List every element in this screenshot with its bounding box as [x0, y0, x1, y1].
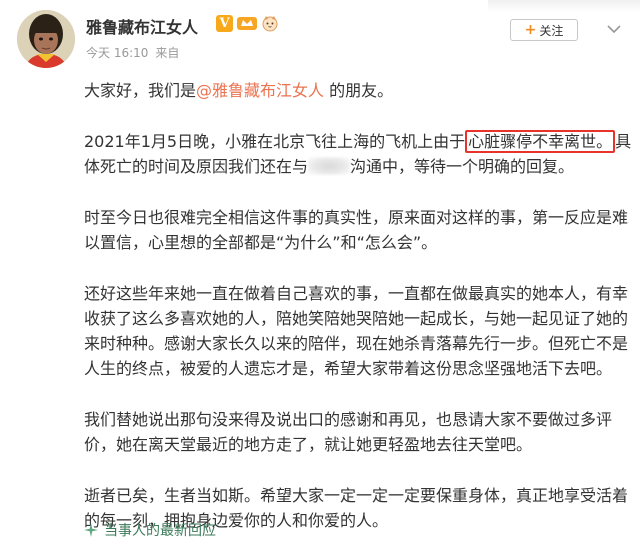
follow-button[interactable]: + 关注: [510, 19, 578, 41]
follow-label: 关注: [539, 23, 564, 38]
greeting-text: 大家好，我们是: [84, 81, 197, 100]
chevron-down-icon: [607, 25, 621, 34]
redacted-text: [308, 157, 351, 175]
highlighted-phrase: 心脏骤停不幸离世。: [465, 130, 616, 153]
badges: V: [216, 13, 279, 33]
paragraph-disbelief: 时至今日也很难完全相信这件事的真实性，原来面对这样的事，第一反应是难以置信，心里…: [84, 208, 629, 252]
post-meta: 今天 16:10 来自: [86, 44, 186, 61]
avatar[interactable]: [17, 10, 75, 68]
timestamp: 今天 16:10: [86, 46, 149, 60]
paragraph-announcement: 2021年1月5日晚，小雅在北京飞往上海的飞机上由于 心脏骤停不幸离世。 具体死亡的…: [84, 129, 632, 179]
post-header: 雅鲁藏布江女人 V 今天 16:10 来自 + 关注: [0, 0, 640, 74]
member-icon: [236, 15, 258, 32]
latest-response-label: 当事人的最新回应: [104, 523, 216, 539]
paragraph-gratitude: 还好这些年来她一直在做着自己喜欢的事，一直都在做最真实的她本人，有幸收获了这么多…: [84, 284, 629, 378]
paragraph-greeting: 大家好，我们是@雅鲁藏布江女人 的朋友。: [84, 78, 632, 103]
verified-icon: V: [216, 14, 233, 32]
source-label: 来自: [155, 46, 180, 60]
greeting-suffix: 的朋友。: [324, 81, 394, 100]
post-body: 大家好，我们是@雅鲁藏布江女人 的朋友。 2021年1月5日晚，小雅在北京飞往上…: [84, 78, 632, 533]
username[interactable]: 雅鲁藏布江女人: [86, 14, 198, 38]
more-button[interactable]: [604, 19, 624, 39]
latest-response-link[interactable]: 当事人的最新回应: [84, 520, 216, 540]
mention-link[interactable]: @雅鲁藏布江女人: [196, 81, 324, 100]
plus-icon: +: [524, 22, 537, 38]
face-icon: [261, 14, 279, 32]
avatar-image: [17, 10, 75, 68]
announcement-end: 沟通中，等待一个明确的回复。: [350, 157, 575, 176]
paragraph-farewell: 我们替她说出那句没来得及说出口的感谢和再见，也恳请大家不要做过多评价，她在离天堂…: [84, 410, 613, 454]
sparkle-icon: [84, 523, 98, 537]
announcement-text: 2021年1月5日晚，小雅在北京飞往上海的飞机上由于: [84, 132, 466, 151]
